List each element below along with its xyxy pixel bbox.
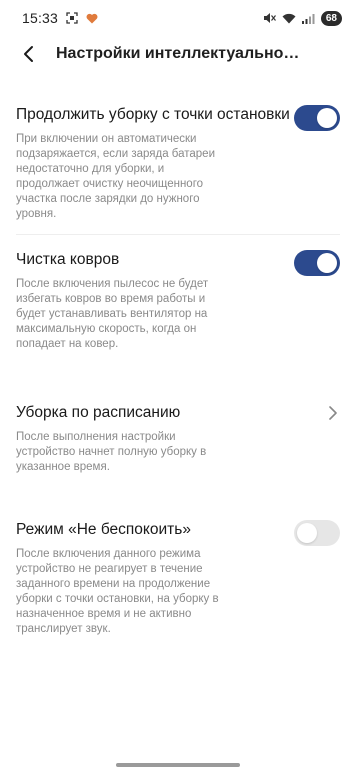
status-time: 15:33 [22, 10, 59, 26]
resume-cleaning-toggle[interactable] [294, 105, 340, 131]
wifi-icon [282, 13, 296, 24]
setting-title: Продолжить уборку с точки остановки [16, 106, 290, 123]
setting-description: После включения данного режима устройств… [16, 548, 219, 635]
carpet-cleaning-toggle[interactable] [294, 250, 340, 276]
setting-scheduled-cleaning[interactable]: Уборка по расписанию После выполнения на… [0, 364, 356, 487]
toggle-knob [317, 253, 337, 273]
setting-description: После выполнения настройки устройство на… [16, 431, 207, 473]
home-indicator[interactable] [116, 763, 240, 767]
toggle-knob [317, 108, 337, 128]
signal-icon [301, 13, 315, 24]
setting-description: После включения пылесос не будет избегат… [16, 278, 209, 350]
mute-icon [263, 12, 276, 24]
chevron-right-icon [324, 404, 342, 422]
battery-indicator: 68 [320, 10, 342, 26]
app-header: Настройки интеллектуальной о... [0, 36, 356, 72]
do-not-disturb-toggle[interactable] [294, 520, 340, 546]
setting-title: Режим «Не беспокоить» [16, 521, 191, 538]
setting-title: Уборка по расписанию [16, 404, 181, 421]
page-title: Настройки интеллектуальной о... [56, 45, 306, 62]
status-bar: 15:33 68 [0, 0, 356, 36]
heart-icon [86, 13, 98, 24]
setting-description: При включении он автоматически подзаряжа… [16, 133, 216, 220]
setting-do-not-disturb: Режим «Не беспокоить» После включения да… [0, 487, 356, 649]
setting-resume-cleaning: Продолжить уборку с точки остановки При … [0, 96, 356, 234]
back-arrow-icon [24, 46, 33, 62]
toggle-knob [297, 523, 317, 543]
screenshot-icon [66, 12, 78, 24]
setting-carpet-cleaning: Чистка ковров После включения пылесос не… [0, 235, 356, 364]
settings-list: Продолжить уборку с точки остановки При … [0, 96, 356, 649]
setting-title: Чистка ковров [16, 251, 120, 268]
back-button[interactable] [16, 42, 40, 66]
